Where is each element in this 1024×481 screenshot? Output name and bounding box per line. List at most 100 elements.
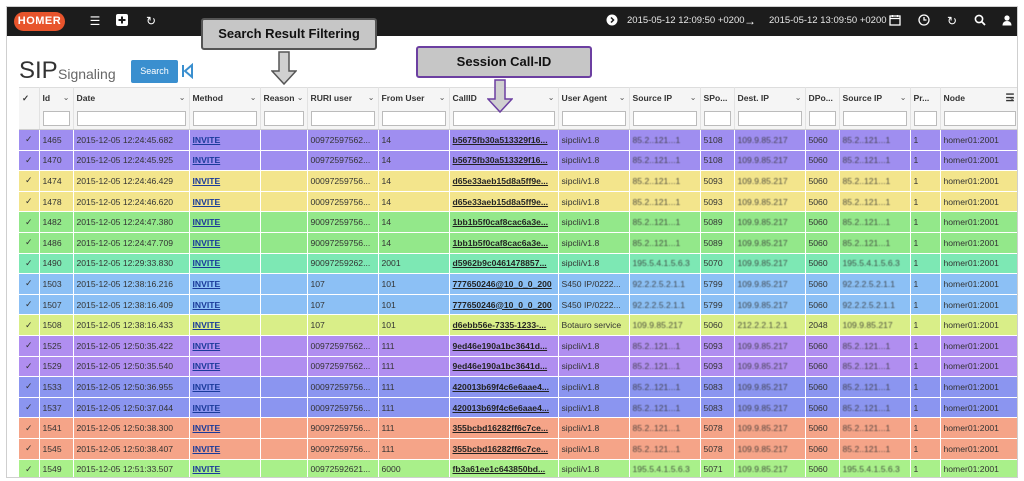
grid-menu-icon[interactable]: ☰: [1006, 93, 1015, 104]
method-link[interactable]: INVITE: [193, 155, 221, 165]
cell-method[interactable]: INVITE: [189, 129, 261, 151]
row-checkbox[interactable]: ✓: [19, 150, 40, 172]
method-link[interactable]: INVITE: [193, 197, 221, 207]
method-link[interactable]: INVITE: [193, 238, 221, 248]
method-link[interactable]: INVITE: [193, 217, 221, 227]
filter-id[interactable]: [42, 111, 70, 127]
chevron-down-icon[interactable]: ⌄: [63, 93, 70, 102]
filter-method[interactable]: [192, 111, 257, 127]
user-icon[interactable]: [1000, 14, 1014, 28]
chevron-down-icon[interactable]: ⌄: [690, 93, 697, 102]
cell-callid[interactable]: b5675fb30a513329f16...: [449, 129, 559, 151]
cell-callid[interactable]: 355bcbd16282ff6c7ce...: [449, 417, 559, 439]
col-header-method[interactable]: Method ⌄: [189, 87, 261, 109]
cell-callid[interactable]: 9ed46e190a1bc3641d...: [449, 335, 559, 357]
table-row[interactable]: ✓ 1482 2015-12-05 12:24:47.380 INVITE 900972…: [19, 211, 1017, 233]
row-checkbox[interactable]: ✓: [19, 232, 40, 254]
table-row[interactable]: ✓ 1486 2015-12-05 12:24:47.709 INVITE 900972…: [19, 232, 1017, 254]
cell-callid[interactable]: 1bb1b5f0caf8cac6a3e...: [449, 232, 559, 254]
filter-dest-ip[interactable]: [737, 111, 802, 127]
filter-source-ip[interactable]: [632, 111, 697, 127]
cell-callid[interactable]: 9ed46e190a1bc3641d...: [449, 356, 559, 378]
cell-callid[interactable]: fb3a61ee1c643850bd...: [449, 459, 559, 477]
method-link[interactable]: INVITE: [193, 464, 221, 474]
chevron-down-icon[interactable]: ⌄: [900, 93, 907, 102]
method-link[interactable]: INVITE: [193, 361, 221, 371]
chevron-down-icon[interactable]: ⌄: [368, 93, 375, 102]
col-header-id[interactable]: Id ⌄: [39, 87, 74, 109]
callid-link[interactable]: 355bcbd16282ff6c7ce...: [453, 444, 549, 454]
filter-dest-port[interactable]: [808, 111, 836, 127]
cell-callid[interactable]: d65e33aeb15d8a5ff9e...: [449, 170, 559, 192]
callid-link[interactable]: 777650246@10_0_0_200: [453, 279, 552, 289]
col-header-dest-ip[interactable]: Dest. IP ⌄: [734, 87, 806, 109]
cell-method[interactable]: INVITE: [189, 417, 261, 439]
first-page-icon[interactable]: [181, 62, 193, 80]
row-checkbox[interactable]: ✓: [19, 376, 40, 398]
row-checkbox[interactable]: ✓: [19, 191, 40, 213]
chevron-down-icon[interactable]: ⌄: [250, 93, 257, 102]
chevron-down-icon[interactable]: ⌄: [795, 93, 802, 102]
menu-icon[interactable]: ☰: [88, 14, 102, 28]
row-checkbox[interactable]: ✓: [19, 294, 40, 316]
method-link[interactable]: INVITE: [193, 382, 221, 392]
row-checkbox[interactable]: ✓: [19, 417, 40, 439]
method-link[interactable]: INVITE: [193, 444, 221, 454]
callid-link[interactable]: b5675fb30a513329f16...: [453, 155, 548, 165]
method-link[interactable]: INVITE: [193, 423, 221, 433]
row-checkbox[interactable]: ✓: [19, 211, 40, 233]
search-button[interactable]: Search: [131, 60, 178, 83]
table-row[interactable]: ✓ 1490 2015-12-05 12:29:33.830 INVITE 900972…: [19, 253, 1017, 275]
cell-callid[interactable]: 420013b69f4c6e6aae4...: [449, 376, 559, 398]
callid-link[interactable]: 9ed46e190a1bc3641d...: [453, 341, 548, 351]
callid-link[interactable]: d65e33aeb15d8a5ff9e...: [453, 176, 549, 186]
clock-icon[interactable]: [917, 14, 931, 28]
chevron-down-icon[interactable]: ⌄: [439, 93, 446, 102]
filter-node[interactable]: [943, 111, 1016, 127]
chevron-down-icon[interactable]: ⌄: [297, 93, 304, 102]
table-row[interactable]: ✓ 1537 2015-12-05 12:50:37.044 INVITE 000972…: [19, 397, 1017, 419]
reload-icon[interactable]: ↻: [945, 14, 959, 28]
cell-callid[interactable]: d65e33aeb15d8a5ff9e...: [449, 191, 559, 213]
callid-link[interactable]: d6ebb56e-7335-1233-...: [453, 320, 547, 330]
row-checkbox[interactable]: ✓: [19, 397, 40, 419]
col-header-source-port[interactable]: SPo...: [700, 87, 735, 109]
cell-callid[interactable]: 777650246@10_0_0_200: [449, 273, 559, 295]
calendar-icon[interactable]: [888, 14, 902, 28]
chevron-down-icon[interactable]: ⌄: [179, 93, 186, 102]
cell-method[interactable]: INVITE: [189, 273, 261, 295]
cell-method[interactable]: INVITE: [189, 253, 261, 275]
filter-protocol[interactable]: [913, 111, 937, 127]
method-link[interactable]: INVITE: [193, 135, 221, 145]
row-checkbox[interactable]: ✓: [19, 129, 40, 151]
method-link[interactable]: INVITE: [193, 176, 221, 186]
time-to[interactable]: 2015-05-12 13:09:50 +0200: [769, 15, 887, 26]
table-row[interactable]: ✓ 1478 2015-12-05 12:24:46.620 INVITE 000972…: [19, 191, 1017, 213]
col-header-source-ip[interactable]: Source IP ⌄: [629, 87, 701, 109]
method-link[interactable]: INVITE: [193, 300, 221, 310]
cell-method[interactable]: INVITE: [189, 232, 261, 254]
row-checkbox[interactable]: ✓: [19, 253, 40, 275]
filter-user-agent[interactable]: [561, 111, 626, 127]
row-checkbox[interactable]: ✓: [19, 356, 40, 378]
table-row[interactable]: ✓ 1503 2015-12-05 12:38:16.216 INVITE 107 101…: [19, 273, 1017, 295]
row-checkbox[interactable]: ✓: [19, 335, 40, 357]
filter-source-port[interactable]: [703, 111, 731, 127]
callid-link[interactable]: d65e33aeb15d8a5ff9e...: [453, 197, 549, 207]
method-link[interactable]: INVITE: [193, 320, 221, 330]
callid-link[interactable]: d5962b9c0461478857...: [453, 258, 547, 268]
cell-method[interactable]: INVITE: [189, 376, 261, 398]
time-from[interactable]: 2015-05-12 12:09:50 +0200: [627, 15, 745, 26]
col-header-source-ip-2[interactable]: Source IP ⌄: [839, 87, 911, 109]
chevron-down-icon[interactable]: ⌄: [548, 93, 555, 102]
table-row[interactable]: ✓ 1508 2015-12-05 12:38:16.433 INVITE 107 101…: [19, 314, 1017, 336]
row-checkbox[interactable]: ✓: [19, 273, 40, 295]
callid-link[interactable]: b5675fb30a513329f16...: [453, 135, 548, 145]
filter-date[interactable]: [76, 111, 186, 127]
table-row[interactable]: ✓ 1549 2015-12-05 12:51:33.507 INVITE 009725…: [19, 459, 1017, 477]
row-checkbox[interactable]: ✓: [19, 459, 40, 477]
cell-method[interactable]: INVITE: [189, 335, 261, 357]
table-row[interactable]: ✓ 1465 2015-12-05 12:24:45.682 INVITE 009725…: [19, 129, 1017, 151]
cell-method[interactable]: INVITE: [189, 211, 261, 233]
method-link[interactable]: INVITE: [193, 403, 221, 413]
